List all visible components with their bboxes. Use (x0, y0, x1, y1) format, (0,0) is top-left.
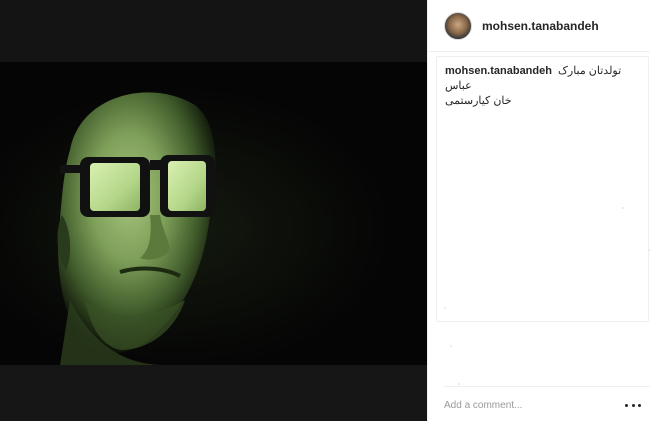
more-options-icon[interactable] (625, 399, 641, 411)
post-sidebar: mohsen.tanabandeh mohsen.tanabandeh تولد… (427, 0, 650, 421)
caption-first-line: mohsen.tanabandeh تولدتان مبارک عباس (445, 64, 640, 94)
dot (638, 403, 641, 407)
comment-bar (428, 393, 650, 417)
caption-username[interactable]: mohsen.tanabandeh (445, 65, 552, 77)
faint-mark (622, 207, 624, 209)
profile-avatar[interactable] (444, 11, 472, 40)
portrait-illustration (57, 92, 216, 365)
dot (625, 403, 628, 407)
faint-mark (444, 307, 446, 309)
author-username[interactable]: mohsen.tanabandeh (482, 19, 599, 33)
comment-input[interactable] (444, 399, 625, 411)
comment-divider (444, 386, 650, 387)
post-media[interactable] (0, 0, 427, 421)
post-header: mohsen.tanabandeh (428, 0, 650, 52)
media-letterbox-bottom (0, 365, 427, 421)
instagram-post: mohsen.tanabandeh mohsen.tanabandeh تولد… (0, 0, 650, 421)
faint-mark (458, 383, 460, 385)
caption-text-line2: خان کیارستمی (445, 95, 512, 107)
dot (631, 403, 635, 407)
faint-mark (450, 345, 452, 347)
caption-panel: mohsen.tanabandeh تولدتان مبارک عباس خان… (436, 56, 650, 322)
